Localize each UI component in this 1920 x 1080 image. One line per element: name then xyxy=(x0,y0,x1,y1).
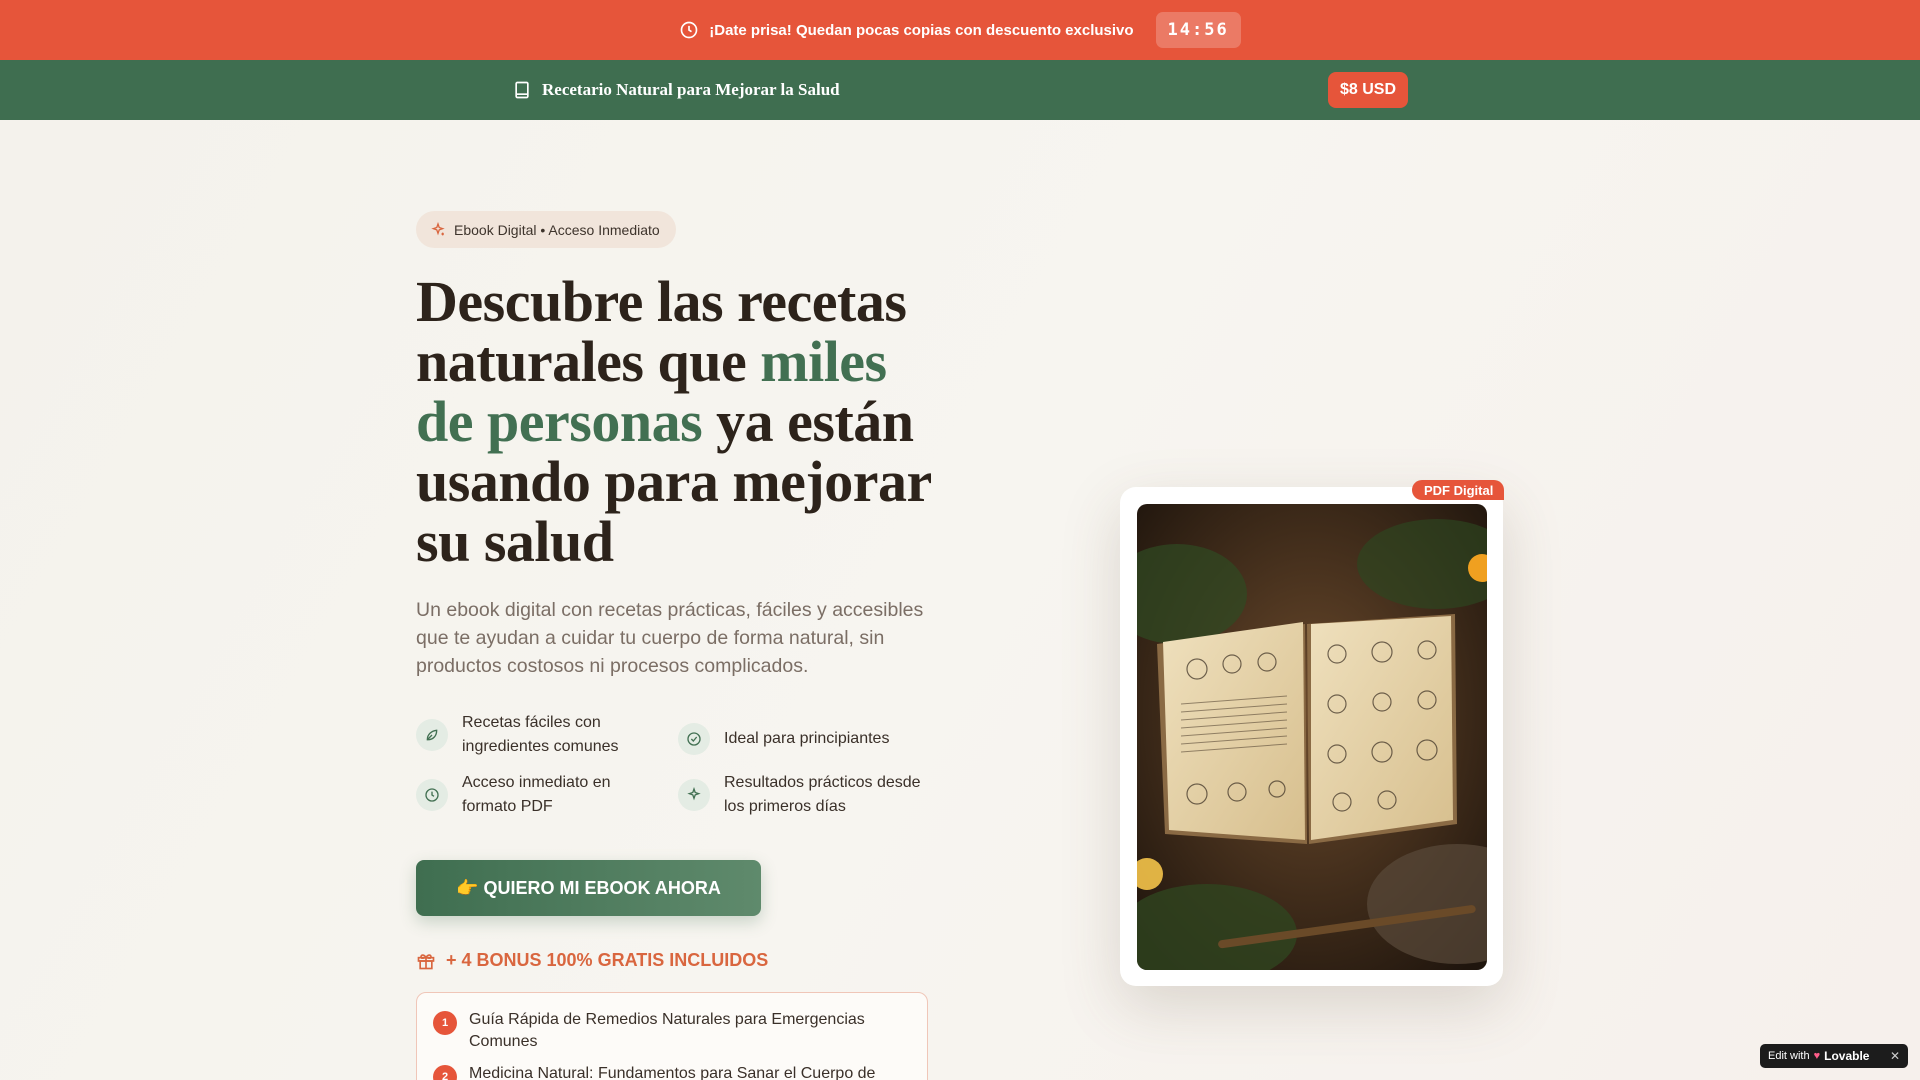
bonus-number: 2 xyxy=(433,1065,457,1080)
bonus-number: 1 xyxy=(433,1011,457,1035)
edit-with-text: Edit with xyxy=(1768,1050,1810,1062)
feature-text: Ideal para principiantes xyxy=(724,730,890,747)
promo-text: ¡Date prisa! Quedan pocas copias con des… xyxy=(709,21,1134,39)
lovable-brand: Lovable xyxy=(1824,1049,1870,1063)
edit-with-lovable-badge[interactable]: Edit with ♥ Lovable ✕ xyxy=(1760,1044,1908,1068)
eyebrow-text: Ebook Digital • Acceso Inmediato xyxy=(454,221,660,238)
close-icon[interactable]: ✕ xyxy=(1890,1049,1900,1063)
ebook-cover-image xyxy=(1137,504,1487,970)
list-item: 2 Medicina Natural: Fundamentos para San… xyxy=(433,1063,903,1080)
brand-title: Recetario Natural para Mejorar la Salud xyxy=(542,80,840,99)
heart-icon: ♥ xyxy=(1813,1050,1821,1062)
gift-icon xyxy=(417,953,435,969)
feature-text: Recetas fáciles con ingredientes comunes xyxy=(462,714,619,755)
bonus-list: 1 Guía Rápida de Remedios Naturales para… xyxy=(416,992,928,1080)
list-item: 1 Guía Rápida de Remedios Naturales para… xyxy=(433,1009,903,1053)
pdf-tag: PDF Digital xyxy=(1412,480,1504,500)
leaf-icon xyxy=(416,719,448,751)
brand[interactable]: Recetario Natural para Mejorar la Salud xyxy=(512,60,840,120)
book-icon xyxy=(515,81,529,99)
bonus-heading: + 4 BONUS 100% GRATIS INCLUIDOS xyxy=(416,950,768,971)
feature-text: Resultados prácticos desde los primeros … xyxy=(724,774,921,815)
feature-item: Resultados prácticos desde los primeros … xyxy=(678,771,938,819)
sparkles-icon xyxy=(678,779,710,811)
hero-subtitle: Un ebook digital con recetas prácticas, … xyxy=(416,599,924,677)
feature-item: Recetas fáciles con ingredientes comunes xyxy=(416,711,636,759)
clock-icon xyxy=(680,21,698,39)
sparkles-icon xyxy=(431,221,445,235)
bonus-text: Guía Rápida de Remedios Naturales para E… xyxy=(469,1011,865,1050)
check-circle-icon xyxy=(678,723,710,755)
price-badge[interactable]: $8 USD xyxy=(1328,72,1409,108)
eyebrow-badge: Ebook Digital • Acceso Inmediato xyxy=(416,211,676,248)
header-bar: Recetario Natural para Mejorar la Salud … xyxy=(0,60,1920,120)
page-title: Descubre las recetas naturales que miles… xyxy=(416,272,936,572)
bonus-heading-text: + 4 BONUS 100% GRATIS INCLUIDOS xyxy=(446,950,769,970)
bonus-text: Medicina Natural: Fundamentos para Sanar… xyxy=(469,1065,876,1080)
countdown-timer: 14:56 xyxy=(1155,12,1241,48)
feature-item: Ideal para principiantes xyxy=(678,723,938,755)
promo-bar: ¡Date prisa! Quedan pocas copias con des… xyxy=(0,0,1920,60)
feature-item: Acceso inmediato en formato PDF xyxy=(416,771,636,819)
hero-background xyxy=(0,120,1920,1080)
buy-ebook-button[interactable]: 👉 QUIERO MI EBOOK AHORA xyxy=(416,860,761,916)
feature-text: Acceso inmediato en formato PDF xyxy=(462,774,611,815)
clock-icon xyxy=(416,779,448,811)
